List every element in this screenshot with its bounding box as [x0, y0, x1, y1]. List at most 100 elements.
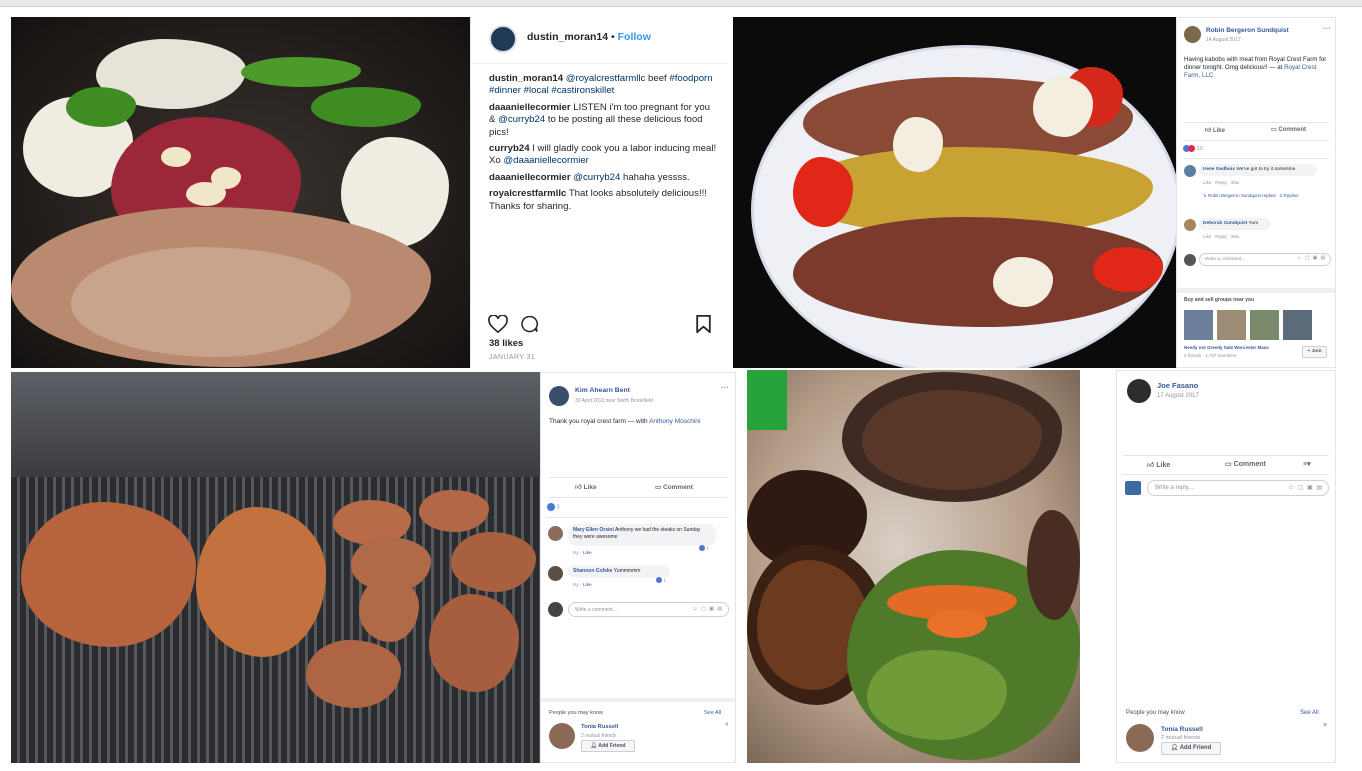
- mutual-friends[interactable]: 2 mutual friends: [1161, 735, 1200, 741]
- commenter-name[interactable]: Deborah Sundquist: [1203, 221, 1247, 226]
- bookmark-icon[interactable]: [696, 315, 711, 333]
- like-button[interactable]: 👍︎ Like: [575, 483, 597, 491]
- list-item: dustin_moran14 @royalcrestfarmllc beef #…: [489, 73, 717, 98]
- reply-placeholder: Write a reply...: [1155, 485, 1194, 491]
- comment-icon: ▭: [1271, 127, 1277, 133]
- divider: [1177, 288, 1335, 293]
- see-all-link[interactable]: See All: [1300, 710, 1319, 716]
- comment-like-link[interactable]: Like: [583, 583, 592, 588]
- mention-link[interactable]: @daaaniellecormier: [503, 155, 588, 166]
- comment-actions[interactable]: Like · Reply · 38w: [1203, 234, 1239, 239]
- group-thumbnail[interactable]: [1250, 310, 1279, 340]
- replies-link[interactable]: ↳ Robin Bergeron Sundquist replied · 2 R…: [1203, 193, 1313, 199]
- people-title: People you may know: [549, 710, 603, 716]
- group-thumbnail[interactable]: [1283, 310, 1312, 340]
- reaction-summary[interactable]: 3: [547, 503, 560, 511]
- separator-dot: •: [611, 31, 615, 43]
- like-button[interactable]: 👍︎ Like: [1205, 126, 1225, 134]
- comment-username[interactable]: curryb24: [489, 143, 530, 154]
- reaction-summary[interactable]: 10: [1183, 145, 1203, 152]
- by-label: By ·: [573, 583, 582, 588]
- avatar: [1184, 254, 1196, 266]
- comment-like-link[interactable]: Like: [583, 551, 592, 556]
- see-all-link[interactable]: See All: [704, 710, 721, 716]
- reaction-count: 3: [556, 504, 560, 511]
- commenter-name[interactable]: Shannon Cofske: [573, 568, 612, 574]
- post-author-name[interactable]: Robin Bergeron Sundquist: [1206, 27, 1289, 34]
- comment-username[interactable]: daaaniellecormier: [489, 172, 571, 183]
- list-item: royalcrestfarmllc That looks absolutely …: [489, 188, 717, 213]
- comment-placeholder: Write a comment...: [1205, 257, 1246, 262]
- post-date[interactable]: 17 August 2017: [1157, 393, 1199, 399]
- reaction-count: 10: [1196, 145, 1203, 152]
- comment-button[interactable]: ▭ Comment: [1271, 126, 1306, 133]
- add-friend-button[interactable]: 👤︎ Add Friend: [1161, 742, 1221, 755]
- person-name[interactable]: Tonia Russell: [581, 724, 618, 730]
- username-link[interactable]: dustin_moran14: [527, 31, 608, 43]
- comment-actions[interactable]: Like · Reply · 38w: [1203, 180, 1239, 185]
- share-audience-icon[interactable]: ≡▾: [1303, 460, 1311, 468]
- heart-reaction-icon: [1188, 145, 1195, 152]
- avatar[interactable]: [549, 723, 575, 749]
- group-meta: 2 friends · 1,787 members: [1184, 353, 1237, 358]
- add-friend-icon: 👤︎: [590, 743, 597, 749]
- avatar[interactable]: [1126, 724, 1154, 752]
- divider: [1183, 122, 1329, 123]
- reply-input[interactable]: Write a reply... ☺ ▢ ▣ ▤: [1147, 480, 1329, 496]
- avatar[interactable]: [1184, 26, 1201, 43]
- mutual-friends[interactable]: 2 mutual friends: [581, 733, 617, 739]
- comment-icon[interactable]: [520, 315, 539, 333]
- add-friend-button[interactable]: 👤︎ Add Friend: [581, 740, 635, 752]
- comment-actions[interactable]: By · Like: [573, 551, 592, 556]
- close-icon[interactable]: ×: [1323, 722, 1327, 729]
- post-author-name[interactable]: Joe Fasano: [1157, 381, 1198, 390]
- like-button[interactable]: 👍︎ Like: [1147, 460, 1170, 469]
- comment-bubble: Mary Ellen Orsini Anthony we had the ste…: [568, 524, 716, 546]
- group-name[interactable]: Needy not Greedy Sale Worcester Mass: [1184, 345, 1269, 350]
- avatar[interactable]: [1184, 165, 1196, 177]
- join-group-button[interactable]: + Join: [1302, 346, 1327, 358]
- post-body: Thank you royal crest farm — with: [549, 418, 650, 425]
- comment-input[interactable]: Write a comment... ☺ ▢ ▣ ▤: [1199, 253, 1331, 266]
- list-item: daaaniellecormier LISTEN i'm too pregnan…: [489, 102, 717, 139]
- more-options-icon[interactable]: ···: [1323, 24, 1331, 33]
- post-author-name[interactable]: Kim Ahearn Bent: [575, 387, 630, 394]
- comment-button[interactable]: ▭ Comment: [1225, 460, 1266, 468]
- comment-username[interactable]: dustin_moran14: [489, 73, 563, 84]
- fb-post-robin: Robin Bergeron Sundquist 14 August 2017 …: [1176, 17, 1336, 368]
- more-options-icon[interactable]: ···: [721, 383, 729, 392]
- follow-button[interactable]: Follow: [618, 31, 651, 43]
- comment-label: Comment: [1278, 127, 1307, 133]
- comment-text: Yum: [1247, 221, 1259, 226]
- post-date[interactable]: 14 August 2017 ·: [1206, 37, 1244, 43]
- emoji-icons: ☺ ▢ ▣ ▤: [692, 606, 723, 612]
- comment-username[interactable]: royalcrestfarmllc: [489, 188, 566, 199]
- avatar[interactable]: [1127, 379, 1151, 403]
- post-date[interactable]: 30 April 2013 near North Brookfield ·: [575, 398, 656, 404]
- comment-username[interactable]: daaaniellecormier: [489, 102, 571, 113]
- avatar[interactable]: [549, 386, 569, 406]
- person-name[interactable]: Tonia Russell: [1161, 726, 1203, 733]
- action-bar: [488, 315, 712, 335]
- avatar[interactable]: [548, 566, 563, 581]
- comment-actions[interactable]: By · Like: [573, 583, 592, 588]
- commenter-name[interactable]: Irene Gedbois: [1203, 167, 1235, 172]
- comment-button[interactable]: ▭ Comment: [655, 483, 693, 491]
- close-icon[interactable]: ×: [725, 722, 729, 728]
- avatar[interactable]: [1184, 219, 1196, 231]
- comment-input[interactable]: Write a comment... ☺ ▢ ▣ ▤: [568, 602, 729, 617]
- mention-link[interactable]: @royalcrestfarmllc: [566, 73, 646, 84]
- heart-icon[interactable]: [488, 315, 508, 333]
- avatar[interactable]: [548, 526, 563, 541]
- likes-count[interactable]: 38 likes: [489, 338, 523, 349]
- tagged-person-link[interactable]: Anthony Moschini: [649, 418, 700, 425]
- mention-link[interactable]: @curryb24: [498, 114, 545, 125]
- group-thumbnail[interactable]: [1184, 310, 1213, 340]
- like-reaction-icon: [547, 503, 555, 511]
- like-reaction-icon: [699, 545, 705, 551]
- commenter-name[interactable]: Mary Ellen Orsini: [573, 527, 614, 533]
- group-thumbnail[interactable]: [1217, 310, 1246, 340]
- mention-link[interactable]: @curryb24: [573, 172, 620, 183]
- avatar[interactable]: [489, 25, 517, 53]
- like-label: Like: [583, 484, 597, 491]
